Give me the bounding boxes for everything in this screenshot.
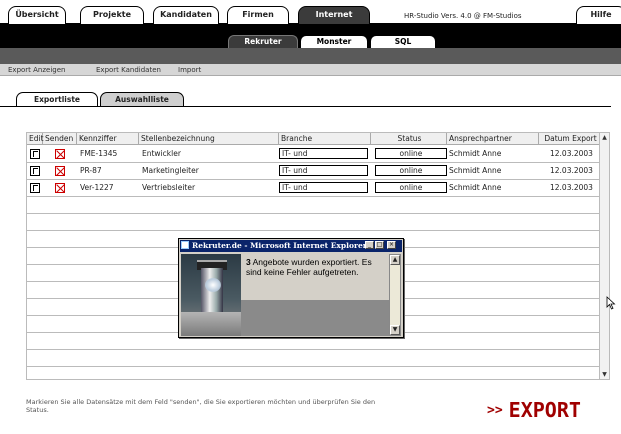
branche-field[interactable]: IT- und (279, 165, 368, 176)
cell-datum: 12.03.2003 (550, 183, 593, 192)
version-text: HR-Studio Vers. 4.0 @ FM-Studios (404, 12, 522, 20)
top-navigation: Übersicht Projekte Kandidaten Firmen Int… (0, 0, 621, 24)
tab-monster[interactable]: Monster (300, 35, 368, 48)
edit-icon[interactable] (30, 149, 40, 159)
dialog-footer-band (241, 300, 401, 336)
cell-ansprechpartner: Schmidt Anne (449, 166, 502, 175)
header-edit: Edit (29, 133, 44, 145)
tab-internet[interactable]: Internet (298, 6, 370, 24)
edit-icon[interactable] (30, 166, 40, 176)
header-stellenbezeichnung: Stellenbezeichnung (139, 133, 279, 145)
dialog-message: 3 Angebote wurden exportiert. Es sind ke… (246, 257, 381, 277)
dialog-scroll-up-icon[interactable]: ▲ (390, 255, 400, 265)
header-kennziffer: Kennziffer (77, 133, 139, 145)
dialog-scrollbar[interactable]: ▲ ▼ (389, 254, 401, 336)
scroll-up-icon[interactable]: ▲ (600, 133, 609, 142)
branche-field[interactable]: IT- und (279, 148, 368, 159)
nav-export-kandidaten[interactable]: Export Kandidaten (96, 66, 161, 74)
header-datum-export: Datum Export (539, 133, 601, 145)
cell-kennziffer: FME-1345 (80, 149, 118, 158)
cell-datum: 12.03.2003 (550, 149, 593, 158)
tab-sql[interactable]: SQL (370, 35, 436, 48)
status-field[interactable]: online (375, 182, 447, 193)
cell-ansprechpartner: Schmidt Anne (449, 183, 502, 192)
tab-kandidaten[interactable]: Kandidaten (153, 6, 219, 24)
minimize-icon[interactable]: _ (365, 241, 374, 249)
nav-import[interactable]: Import (178, 66, 201, 74)
mouse-cursor-icon (606, 296, 616, 310)
cell-ansprechpartner: Schmidt Anne (449, 149, 502, 158)
status-field[interactable]: online (375, 148, 447, 159)
sub-navigation: Rekruter Monster SQL (0, 24, 621, 48)
table-row: FME-1345 Entwickler IT- und online Schmi… (27, 146, 601, 163)
export-button[interactable]: >> EXPORT (487, 398, 581, 422)
nav-export-anzeigen[interactable]: Export Anzeigen (8, 66, 65, 74)
ie-icon (181, 241, 189, 249)
cell-kennziffer: Ver-1227 (80, 183, 114, 192)
table-row: PR-87 Marketingleiter IT- und online Sch… (27, 163, 601, 180)
dialog-title: Rekruter.de - Microsoft Internet Explore… (192, 241, 367, 250)
dialog-scroll-down-icon[interactable]: ▼ (390, 325, 400, 335)
tab-hilfe[interactable]: Hilfe (576, 6, 621, 24)
secondary-navigation: Export Anzeigen Export Kandidaten Import (0, 64, 621, 76)
cell-stellenbezeichnung: Entwickler (142, 149, 181, 158)
empty-row (27, 214, 601, 231)
close-icon[interactable]: × (387, 241, 396, 249)
maximize-icon[interactable]: □ (375, 241, 384, 249)
lighthouse-image (181, 254, 241, 336)
send-checkbox[interactable] (55, 183, 65, 193)
send-checkbox[interactable] (55, 149, 65, 159)
status-field[interactable]: online (375, 165, 447, 176)
instruction-text: Markieren Sie alle Datensätze mit dem Fe… (26, 398, 376, 414)
send-checkbox[interactable] (55, 166, 65, 176)
cell-kennziffer: PR-87 (80, 166, 102, 175)
branche-field[interactable]: IT- und (279, 182, 368, 193)
empty-row (27, 197, 601, 214)
tab-uebersicht[interactable]: Übersicht (8, 6, 66, 24)
cell-stellenbezeichnung: Marketingleiter (142, 166, 199, 175)
cell-stellenbezeichnung: Vertriebsleiter (142, 183, 196, 192)
tab-exportliste[interactable]: Exportliste (16, 92, 98, 107)
header-status: Status (371, 133, 447, 145)
edit-icon[interactable] (30, 183, 40, 193)
export-label: EXPORT (508, 398, 581, 422)
export-message: Angebote wurden exportiert. Es sind kein… (246, 257, 372, 277)
empty-row (27, 350, 601, 367)
scroll-down-icon[interactable]: ▼ (600, 370, 609, 379)
tab-rekruter[interactable]: Rekruter (228, 35, 298, 48)
tab-projekte[interactable]: Projekte (80, 6, 144, 24)
tab-auswahlliste[interactable]: Auswahlliste (100, 92, 184, 107)
header-ansprechpartner: Ansprechpartner (447, 133, 539, 145)
table-row: Ver-1227 Vertriebsleiter IT- und online … (27, 180, 601, 197)
table-header: Edit Senden Kennziffer Stellenbezeichnun… (27, 133, 601, 145)
table-scrollbar[interactable]: ▲ ▼ (599, 133, 609, 379)
export-arrows-icon: >> (487, 403, 503, 418)
header-branche: Branche (279, 133, 371, 145)
decor-stripe (0, 48, 621, 64)
tab-firmen[interactable]: Firmen (227, 6, 289, 24)
export-confirmation-dialog: Rekruter.de - Microsoft Internet Explore… (178, 238, 404, 338)
header-senden: Senden (43, 133, 77, 145)
tab-divider (0, 106, 611, 107)
cell-datum: 12.03.2003 (550, 166, 593, 175)
